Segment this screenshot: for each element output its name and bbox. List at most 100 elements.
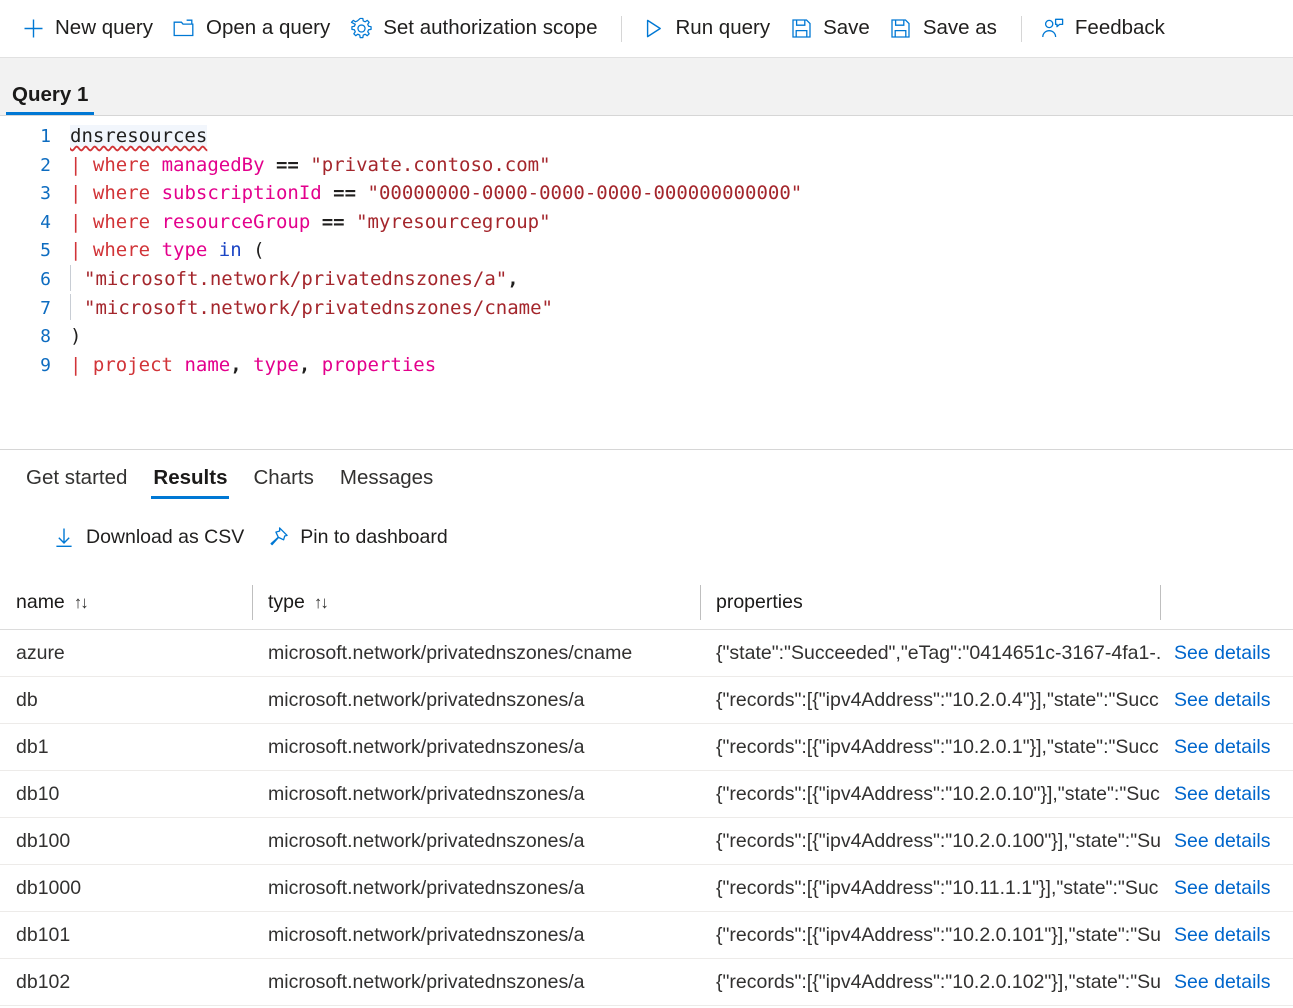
- see-details-link[interactable]: See details: [1174, 971, 1270, 994]
- line-number: 3: [40, 183, 51, 205]
- feedback-button[interactable]: Feedback: [1034, 9, 1177, 49]
- table-row[interactable]: db1 microsoft.network/privatednszones/a …: [0, 724, 1293, 771]
- save-as-icon: [888, 18, 914, 40]
- results-grid: name ↑↓ type ↑↓ properties azure microso…: [0, 576, 1293, 1008]
- feedback-label: Feedback: [1074, 16, 1165, 40]
- command-bar: New query Open a query Set authorization…: [0, 0, 1293, 58]
- see-details-link[interactable]: See details: [1174, 642, 1270, 665]
- see-details-link[interactable]: See details: [1174, 924, 1270, 947]
- see-details-link[interactable]: See details: [1174, 877, 1270, 900]
- table-row[interactable]: db10 microsoft.network/privatednszones/a…: [0, 771, 1293, 818]
- query-editor[interactable]: 1 dnsresources 2 | where managedBy == "p…: [0, 116, 1293, 450]
- results-grid-header-row: name ↑↓ type ↑↓ properties: [0, 576, 1293, 630]
- cell-type: microsoft.network/privatednszones/a: [268, 923, 585, 946]
- cell-actions: See details: [1160, 642, 1293, 665]
- command-separator-2: [1020, 15, 1022, 42]
- token-identifier-type: type: [253, 353, 299, 376]
- run-query-label: Run query: [675, 16, 771, 40]
- line-number: 6: [40, 268, 51, 290]
- column-header-name[interactable]: name ↑↓: [0, 576, 252, 629]
- sort-updown-icon[interactable]: ↑↓: [314, 593, 329, 613]
- cell-actions: See details: [1160, 736, 1293, 759]
- tab-results-label: Results: [153, 465, 228, 489]
- token-operator-eq: ==: [275, 153, 299, 176]
- download-as-csv-button[interactable]: Download as CSV: [46, 519, 256, 555]
- editor-line-3: 3 | where subscriptionId == "00000000-00…: [0, 179, 1293, 208]
- editor-line-code: dnsresources: [66, 122, 208, 151]
- cell-name: db: [16, 688, 38, 711]
- token-keyword-where: where: [92, 239, 151, 262]
- token-string-domain: "private.contoso.com": [310, 153, 551, 176]
- line-number: 4: [40, 211, 51, 233]
- token-paren-close: ): [70, 325, 82, 348]
- column-header-properties[interactable]: properties: [700, 576, 1160, 629]
- token-identifier-name: name: [184, 353, 231, 376]
- query-tab-query-1[interactable]: Query 1: [6, 82, 100, 115]
- tab-get-started-label: Get started: [26, 465, 128, 489]
- token-identifier-managedby: managedBy: [161, 153, 265, 176]
- editor-line-4: 4 | where resourceGroup == "myresourcegr…: [0, 208, 1293, 237]
- cell-type: microsoft.network/privatednszones/a: [268, 829, 585, 852]
- new-query-button[interactable]: New query: [14, 9, 165, 49]
- editor-line-code: "microsoft.network/privatednszones/a",: [66, 264, 519, 294]
- tab-messages[interactable]: Messages: [330, 454, 443, 503]
- editor-line-5: 5 | where type in (: [0, 236, 1293, 265]
- save-as-label: Save as: [922, 16, 997, 40]
- sort-updown-icon[interactable]: ↑↓: [74, 593, 89, 613]
- editor-line-1: 1 dnsresources: [0, 122, 1293, 151]
- table-row[interactable]: db100 microsoft.network/privatednszones/…: [0, 818, 1293, 865]
- save-as-button[interactable]: Save as: [882, 9, 1009, 49]
- cell-type: microsoft.network/privatednszones/a: [268, 970, 585, 993]
- token-comma: ,: [507, 267, 519, 290]
- line-number: 9: [40, 354, 51, 376]
- new-query-label: New query: [55, 16, 153, 40]
- tab-results[interactable]: Results: [143, 454, 237, 503]
- token-keyword-where: where: [92, 210, 151, 233]
- see-details-link[interactable]: See details: [1174, 830, 1270, 853]
- resource-graph-explorer: New query Open a query Set authorization…: [0, 0, 1293, 1008]
- editor-line-2: 2 | where managedBy == "private.contoso.…: [0, 151, 1293, 180]
- results-action-bar: Download as CSV Pin to dashboard: [0, 506, 1293, 568]
- folder-open-icon: [171, 18, 197, 40]
- results-tab-list: Get started Results Charts Messages: [0, 450, 1293, 506]
- table-row[interactable]: db microsoft.network/privatednszones/a {…: [0, 677, 1293, 724]
- table-row[interactable]: db101 microsoft.network/privatednszones/…: [0, 912, 1293, 959]
- see-details-link[interactable]: See details: [1174, 783, 1270, 806]
- query-editor-content[interactable]: 1 dnsresources 2 | where managedBy == "p…: [0, 122, 1293, 379]
- tab-charts-label: Charts: [253, 465, 314, 489]
- table-row[interactable]: azure microsoft.network/privatednszones/…: [0, 630, 1293, 677]
- open-a-query-button[interactable]: Open a query: [165, 9, 342, 49]
- cell-actions: See details: [1160, 689, 1293, 712]
- see-details-link[interactable]: See details: [1174, 689, 1270, 712]
- table-row[interactable]: db102 microsoft.network/privatednszones/…: [0, 959, 1293, 1006]
- line-number: 1: [40, 126, 51, 147]
- editor-line-8: 8 ): [0, 322, 1293, 351]
- indent-guide: [70, 293, 71, 320]
- column-header-type[interactable]: type ↑↓: [252, 576, 700, 629]
- editor-line-6: 6 "microsoft.network/privatednszones/a",: [0, 264, 1293, 294]
- query-tab-label: Query 1: [12, 82, 89, 106]
- token-operator-in: in: [218, 239, 242, 262]
- token-pipe: |: [70, 153, 82, 176]
- plus-icon: [20, 18, 46, 40]
- run-query-button[interactable]: Run query: [634, 9, 782, 49]
- pin-to-dashboard-button[interactable]: Pin to dashboard: [260, 519, 459, 555]
- token-pipe: |: [70, 353, 82, 376]
- save-button[interactable]: Save: [782, 9, 882, 49]
- set-authorization-scope-button[interactable]: Set authorization scope: [342, 9, 609, 49]
- column-header-type-label: type: [268, 591, 305, 613]
- tab-get-started[interactable]: Get started: [16, 454, 137, 503]
- cell-type: microsoft.network/privatednszones/a: [268, 782, 585, 805]
- cell-name: db1: [16, 735, 49, 758]
- indent-guide: [70, 264, 71, 291]
- person-feedback-icon: [1040, 18, 1066, 40]
- cell-type: microsoft.network/privatednszones/a: [268, 735, 585, 758]
- gear-icon: [348, 17, 374, 40]
- tab-active-underline: [151, 496, 230, 500]
- query-tab-active-underline: [6, 112, 95, 115]
- tab-charts[interactable]: Charts: [243, 454, 323, 503]
- table-row[interactable]: db1000 microsoft.network/privatednszones…: [0, 865, 1293, 912]
- pin-to-dashboard-label: Pin to dashboard: [300, 525, 448, 548]
- line-number: 2: [40, 154, 51, 176]
- see-details-link[interactable]: See details: [1174, 736, 1270, 759]
